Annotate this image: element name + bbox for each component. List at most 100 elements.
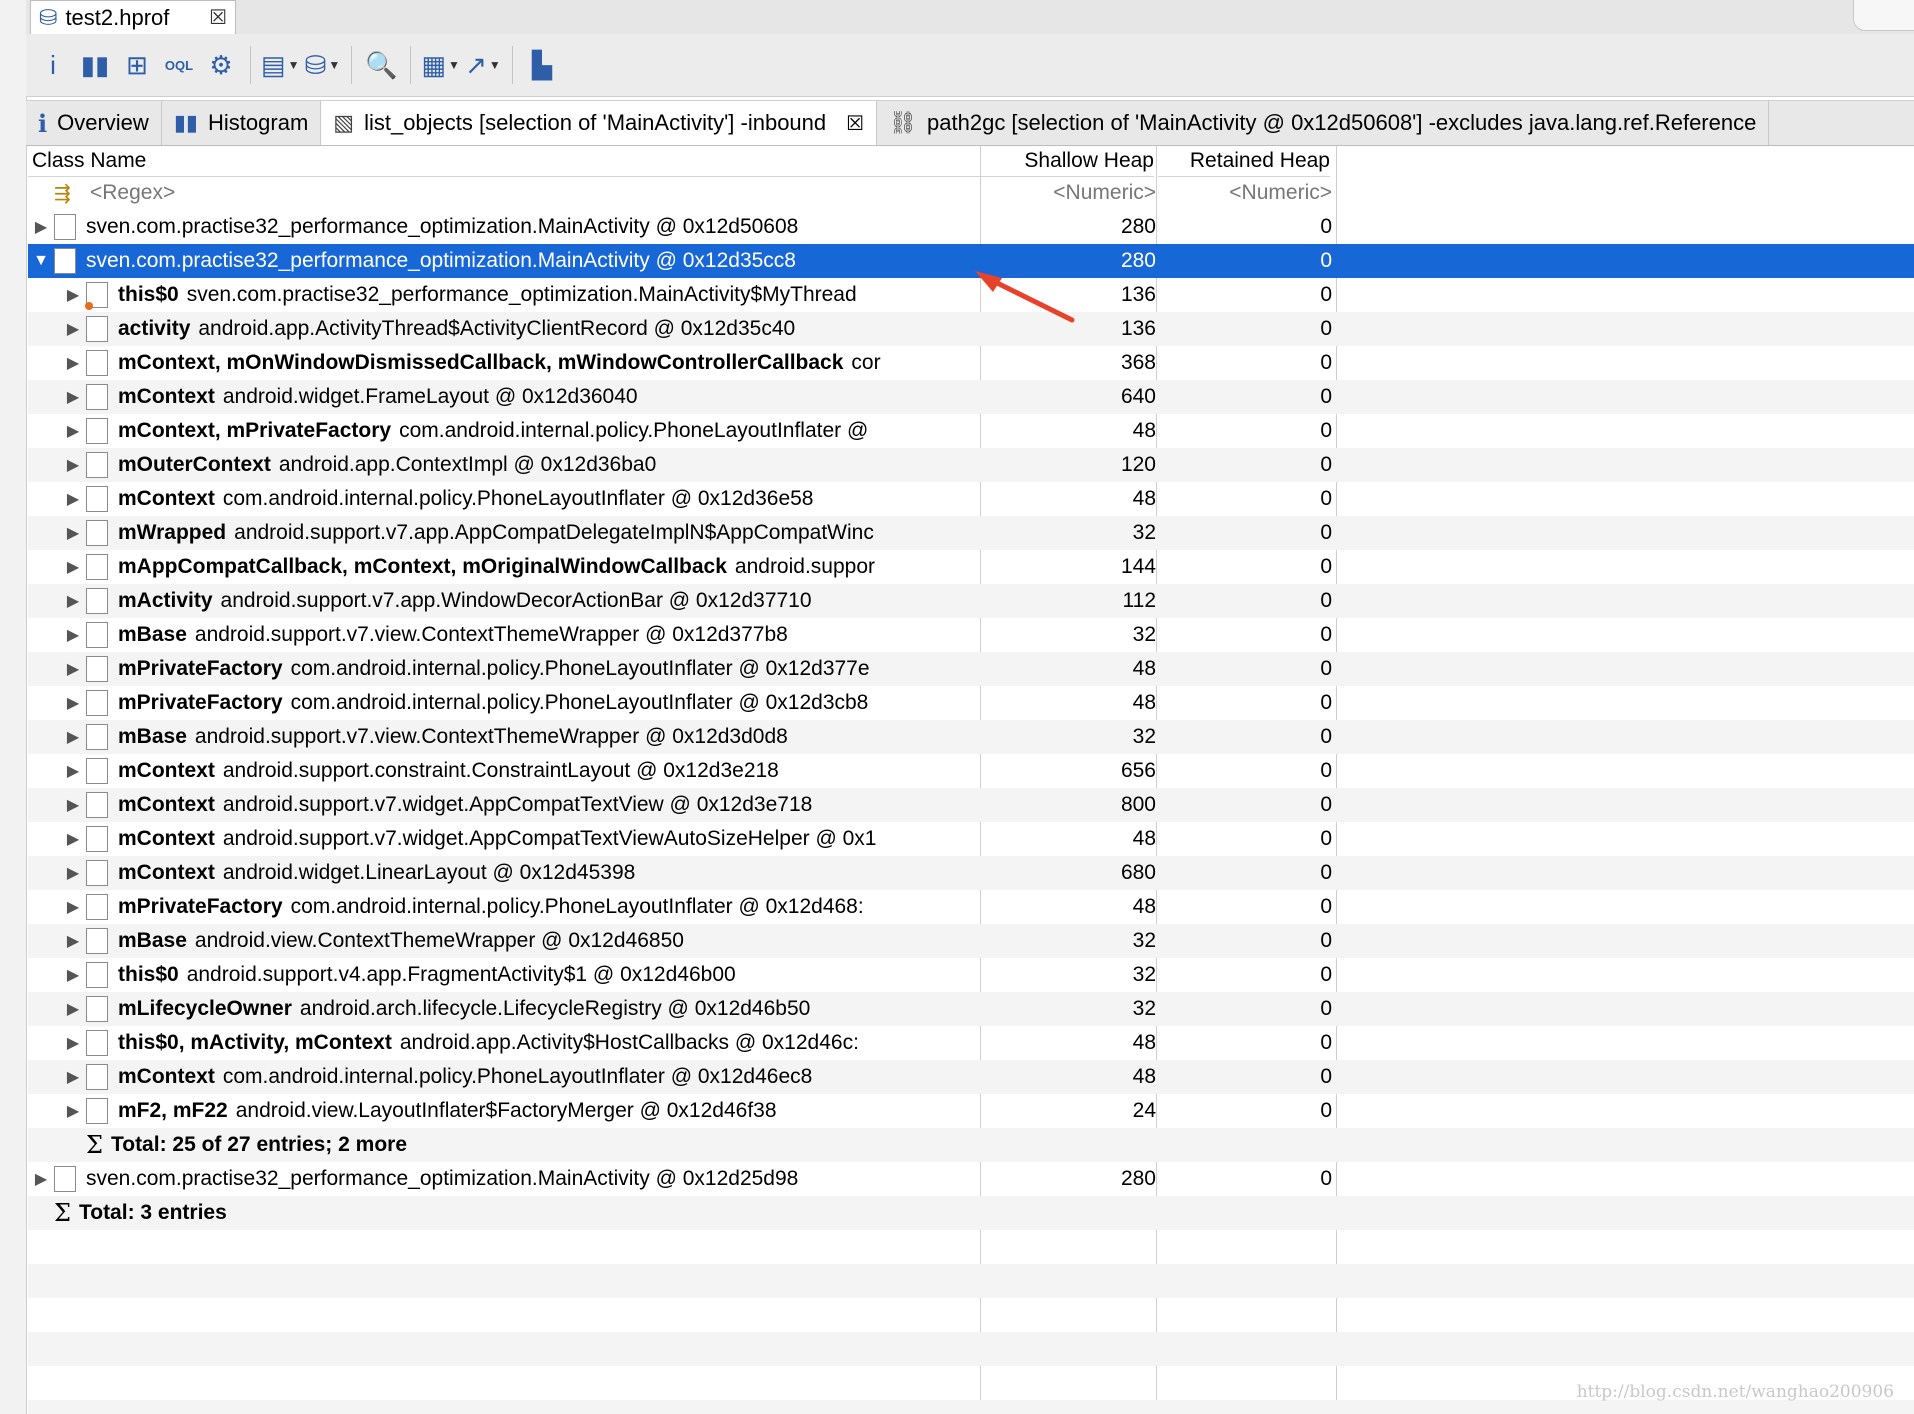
total-row[interactable]: Σ Total: 25 of 27 entries; 2 more bbox=[28, 1128, 1914, 1162]
table-row[interactable]: ▶ mPrivateFactory com.android.internal.pol… bbox=[28, 890, 1914, 924]
retained-filter-input[interactable]: <Numeric> bbox=[1158, 176, 1332, 210]
expand-triangle-icon[interactable]: ▶ bbox=[60, 319, 86, 339]
field-name: mAppCompatCallback, mContext, mOriginalW… bbox=[118, 555, 727, 578]
table-row[interactable]: ▶ mContext android.support.v7.widget.AppCo… bbox=[28, 788, 1914, 822]
view-tab-2[interactable]: ▧ list_objects [selection of 'MainActivit… bbox=[321, 101, 878, 145]
table-row[interactable]: ▶ this$0 sven.com.practise32_performance_o… bbox=[28, 278, 1914, 312]
view-tab-3[interactable]: ⛓ path2gc [selection of 'MainActivity @ 0… bbox=[877, 101, 1770, 145]
dropdown-caret-icon[interactable]: ▼ bbox=[448, 58, 460, 72]
expand-triangle-icon[interactable]: ▶ bbox=[60, 965, 86, 985]
table-row[interactable]: ▶ mContext android.support.constraint.Cons… bbox=[28, 754, 1914, 788]
expand-triangle-icon[interactable]: ▶ bbox=[60, 659, 86, 679]
export-button[interactable]: ↗ ▼ bbox=[464, 45, 502, 85]
dominator-tree-button[interactable]: ⊞ bbox=[118, 45, 156, 85]
oql-button[interactable]: OQL bbox=[160, 45, 198, 85]
table-row[interactable]: ▶ mContext, mPrivateFactory com.android.in… bbox=[28, 414, 1914, 448]
calculate-heap-button[interactable]: ▦ ▼ bbox=[421, 45, 459, 85]
expand-triangle-icon[interactable]: ▶ bbox=[60, 1067, 86, 1087]
table-row[interactable]: ▶ mContext, mOnWindowDismissedCallback, m… bbox=[28, 346, 1914, 380]
close-icon[interactable]: ☒ bbox=[209, 5, 227, 30]
expand-triangle-icon[interactable]: ▶ bbox=[60, 455, 86, 475]
object-icon bbox=[86, 996, 108, 1022]
class-name: android.support.v7.widget.AppCompatTextV… bbox=[222, 827, 877, 850]
expand-triangle-icon[interactable]: ▶ bbox=[60, 421, 86, 441]
table-row[interactable]: ▶ mContext com.android.internal.policy.Pho… bbox=[28, 482, 1914, 516]
class-name: android.view.ContextThemeWrapper @ 0x12d… bbox=[194, 929, 684, 952]
expand-triangle-icon[interactable]: ▶ bbox=[60, 761, 86, 781]
table-row[interactable]: ▶ mAppCompatCallback, mContext, mOriginal… bbox=[28, 550, 1914, 584]
expand-triangle-icon[interactable]: ▶ bbox=[60, 523, 86, 543]
retained-heap-value: 0 bbox=[1320, 895, 1332, 918]
shallow-filter-input[interactable]: <Numeric> bbox=[982, 176, 1156, 210]
table-row[interactable]: ▶ sven.com.practise32_performance_optimiz… bbox=[28, 1162, 1914, 1196]
threads-button[interactable]: ⚙ bbox=[202, 45, 240, 85]
table-row[interactable]: ▶ mPrivateFactory com.android.internal.pol… bbox=[28, 686, 1914, 720]
retained-heap-value: 0 bbox=[1320, 1099, 1332, 1122]
expand-triangle-icon[interactable]: ▶ bbox=[60, 1033, 86, 1053]
expand-triangle-icon[interactable]: ▶ bbox=[60, 625, 86, 645]
dropdown-caret-icon[interactable]: ▼ bbox=[489, 58, 501, 72]
find-object-icon: 🔍 bbox=[365, 49, 398, 80]
table-row[interactable]: ▶ mBase android.view.ContextThemeWrapper @… bbox=[28, 924, 1914, 958]
table-row[interactable]: ▶ sven.com.practise32_performance_optimiz… bbox=[28, 210, 1914, 244]
heap-dump-overview-button[interactable]: ▙ bbox=[523, 45, 561, 85]
table-row[interactable]: ▶ mPrivateFactory com.android.internal.pol… bbox=[28, 652, 1914, 686]
view-tab-1[interactable]: ▮▮ Histogram bbox=[162, 101, 322, 145]
table-row[interactable]: ▶ mContext android.widget.LinearLayout @ 0… bbox=[28, 856, 1914, 890]
total-row[interactable]: Σ Total: 3 entries bbox=[28, 1196, 1914, 1230]
table-row[interactable]: ▶ mContext android.widget.FrameLayout @ 0x… bbox=[28, 380, 1914, 414]
table-row[interactable]: ▶ mBase android.support.v7.view.ContextThe… bbox=[28, 720, 1914, 754]
expand-triangle-icon[interactable]: ▶ bbox=[60, 931, 86, 951]
view-tab-0[interactable]: i Overview bbox=[26, 101, 162, 145]
table-row[interactable]: ▶ mOuterContext android.app.ContextImpl @ … bbox=[28, 448, 1914, 482]
table-row[interactable]: ▶ mWrapped android.support.v7.app.AppCompa… bbox=[28, 516, 1914, 550]
maximize-corner-button[interactable] bbox=[1853, 0, 1914, 31]
dropdown-caret-icon[interactable]: ▼ bbox=[328, 58, 340, 72]
expand-triangle-icon[interactable]: ▶ bbox=[60, 489, 86, 509]
table-row[interactable]: ▶ this$0 android.support.v4.app.FragmentAc… bbox=[28, 958, 1914, 992]
histogram-button[interactable]: ▮▮ bbox=[76, 45, 114, 85]
expand-triangle-icon[interactable]: ▶ bbox=[60, 557, 86, 577]
shallow-heap-value: 32 bbox=[1132, 725, 1156, 748]
column-header-shallow-heap[interactable]: Shallow Heap bbox=[982, 146, 1154, 177]
expand-triangle-icon[interactable]: ▶ bbox=[60, 285, 86, 305]
dropdown-caret-icon[interactable]: ▼ bbox=[288, 58, 300, 72]
table-row[interactable]: ▶ mBase android.support.v7.view.ContextThe… bbox=[28, 618, 1914, 652]
find-object-button[interactable]: 🔍 bbox=[362, 45, 400, 85]
expand-triangle-icon[interactable]: ▶ bbox=[60, 829, 86, 849]
collapse-triangle-icon[interactable]: ▼ bbox=[28, 252, 54, 270]
table-row[interactable]: ▶ mContext android.support.v7.widget.AppCo… bbox=[28, 822, 1914, 856]
editor-tab-test2-hprof[interactable]: ⛁ test2.hprof ☒ bbox=[30, 0, 236, 34]
expand-triangle-icon[interactable]: ▶ bbox=[60, 1101, 86, 1121]
table-row[interactable]: ▶ mLifecycleOwner android.arch.lifecycle.L… bbox=[28, 992, 1914, 1026]
regex-filter-input[interactable]: <Regex> bbox=[90, 181, 175, 205]
expand-triangle-icon[interactable]: ▶ bbox=[60, 727, 86, 747]
close-icon[interactable]: ☒ bbox=[846, 111, 864, 136]
object-icon bbox=[86, 894, 108, 920]
retained-heap-value: 0 bbox=[1320, 1031, 1332, 1054]
expand-triangle-icon[interactable]: ▶ bbox=[28, 1169, 54, 1189]
expand-triangle-icon[interactable]: ▶ bbox=[60, 591, 86, 611]
expand-triangle-icon[interactable]: ▶ bbox=[60, 693, 86, 713]
table-row[interactable]: ▶ mContext com.android.internal.policy.Pho… bbox=[28, 1060, 1914, 1094]
table-row[interactable]: ▶ mActivity android.support.v7.app.WindowD… bbox=[28, 584, 1914, 618]
column-header-class-name[interactable]: Class Name bbox=[28, 146, 984, 177]
column-header-retained-heap[interactable]: Retained Heap bbox=[1158, 146, 1330, 177]
table-row[interactable]: ▶ mF2, mF22 android.view.LayoutInflater$Fa… bbox=[28, 1094, 1914, 1128]
expand-triangle-icon[interactable]: ▶ bbox=[60, 387, 86, 407]
class-name: android.widget.FrameLayout @ 0x12d36040 bbox=[222, 385, 638, 408]
info-button[interactable]: i bbox=[34, 45, 72, 85]
reports-button[interactable]: ▤ ▼ bbox=[261, 45, 299, 85]
table-row[interactable]: ▶ this$0, mActivity, mContext android.app.… bbox=[28, 1026, 1914, 1060]
expand-triangle-icon[interactable]: ▶ bbox=[60, 897, 86, 917]
table-row[interactable]: ▼ sven.com.practise32_performance_optimiz… bbox=[28, 244, 1914, 278]
expand-triangle-icon[interactable]: ▶ bbox=[60, 353, 86, 373]
field-name: mContext bbox=[118, 861, 215, 884]
filter-row[interactable]: ⇶ <Regex> <Numeric> <Numeric> bbox=[28, 176, 1914, 210]
table-row[interactable]: ▶ activity android.app.ActivityThread$Acti… bbox=[28, 312, 1914, 346]
expand-triangle-icon[interactable]: ▶ bbox=[60, 999, 86, 1019]
expand-triangle-icon[interactable]: ▶ bbox=[60, 863, 86, 883]
expand-triangle-icon[interactable]: ▶ bbox=[28, 217, 54, 237]
expand-triangle-icon[interactable]: ▶ bbox=[60, 795, 86, 815]
query-browser-button[interactable]: ⛁ ▼ bbox=[303, 45, 341, 85]
